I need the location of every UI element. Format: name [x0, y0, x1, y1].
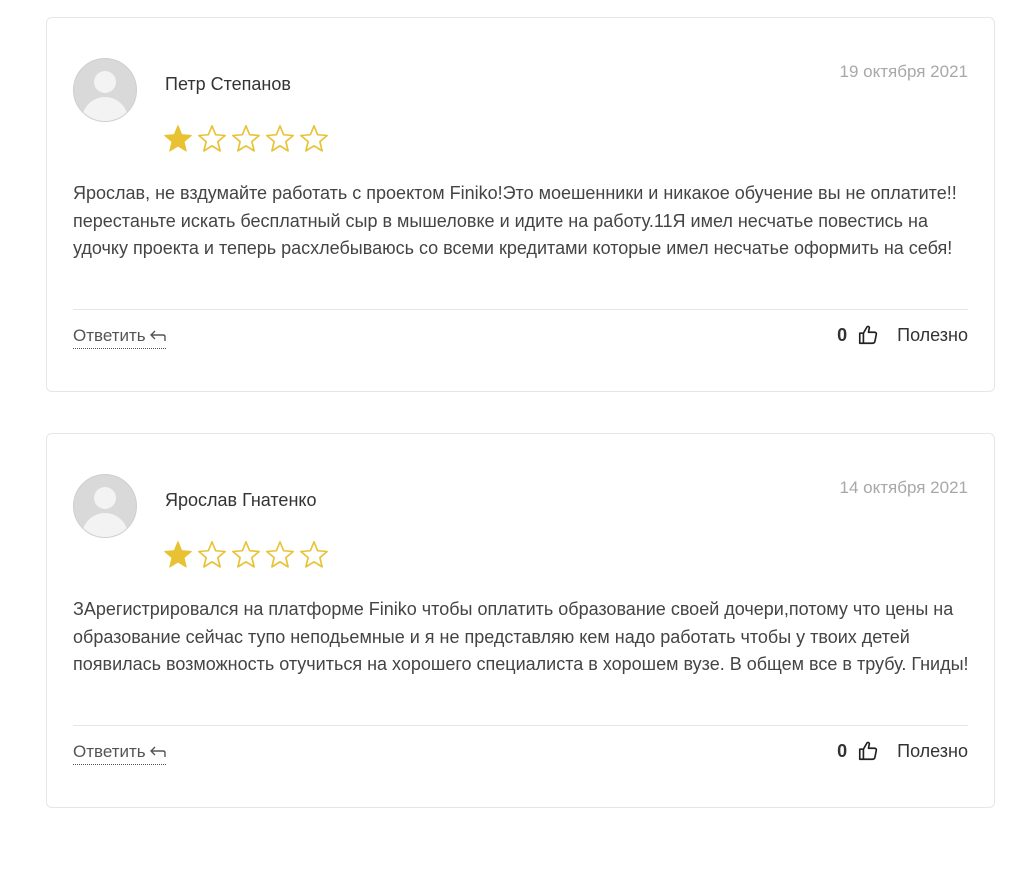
star-icon: [163, 124, 193, 154]
divider: [73, 309, 968, 310]
review-card: Ярослав Гнатенко 14 октября 2021 ЗАрегис…: [46, 433, 995, 808]
avatar: [73, 58, 137, 122]
review-date: 14 октября 2021: [839, 478, 968, 497]
helpful-label[interactable]: Полезно: [897, 741, 968, 762]
review-date: 19 октября 2021: [839, 62, 968, 81]
avatar-head-shape: [94, 487, 116, 509]
rating-stars: [163, 540, 329, 570]
reply-button[interactable]: Ответить: [73, 742, 166, 765]
star-icon: [197, 124, 227, 154]
helpful-block: 0 Полезно: [837, 740, 968, 762]
thumbs-up-icon: [859, 741, 878, 761]
avatar-body-shape: [82, 513, 128, 537]
avatar: [73, 474, 137, 538]
review-author: Ярослав Гнатенко: [165, 490, 317, 510]
reply-button[interactable]: Ответить: [73, 326, 166, 349]
helpful-label[interactable]: Полезно: [897, 325, 968, 346]
reply-arrow-icon: [149, 746, 166, 757]
reviews-list: Петр Степанов 19 октября 2021 Ярослав, н…: [0, 0, 1024, 872]
avatar-head-shape: [94, 71, 116, 93]
review-author: Петр Степанов: [165, 74, 291, 94]
rating-stars: [163, 124, 329, 154]
star-icon: [231, 540, 261, 570]
divider: [73, 725, 968, 726]
star-icon: [299, 124, 329, 154]
reply-arrow-icon: [149, 330, 166, 341]
star-icon: [299, 540, 329, 570]
like-button[interactable]: [857, 324, 879, 346]
like-count: 0: [837, 740, 848, 761]
helpful-block: 0 Полезно: [837, 324, 968, 346]
review-card: Петр Степанов 19 октября 2021 Ярослав, н…: [46, 17, 995, 392]
like-count: 0: [837, 324, 848, 345]
reply-label: Ответить: [73, 742, 146, 761]
star-icon: [197, 540, 227, 570]
thumbs-up-icon: [859, 325, 878, 345]
star-icon: [163, 540, 193, 570]
reply-label: Ответить: [73, 326, 146, 345]
like-button[interactable]: [857, 740, 879, 762]
star-icon: [265, 540, 295, 570]
review-text: Ярослав, не вздумайте работать с проекто…: [73, 183, 957, 258]
star-icon: [265, 124, 295, 154]
review-text: ЗАрегистрировался на платформе Finiko чт…: [73, 599, 969, 674]
star-icon: [231, 124, 261, 154]
avatar-body-shape: [82, 97, 128, 121]
